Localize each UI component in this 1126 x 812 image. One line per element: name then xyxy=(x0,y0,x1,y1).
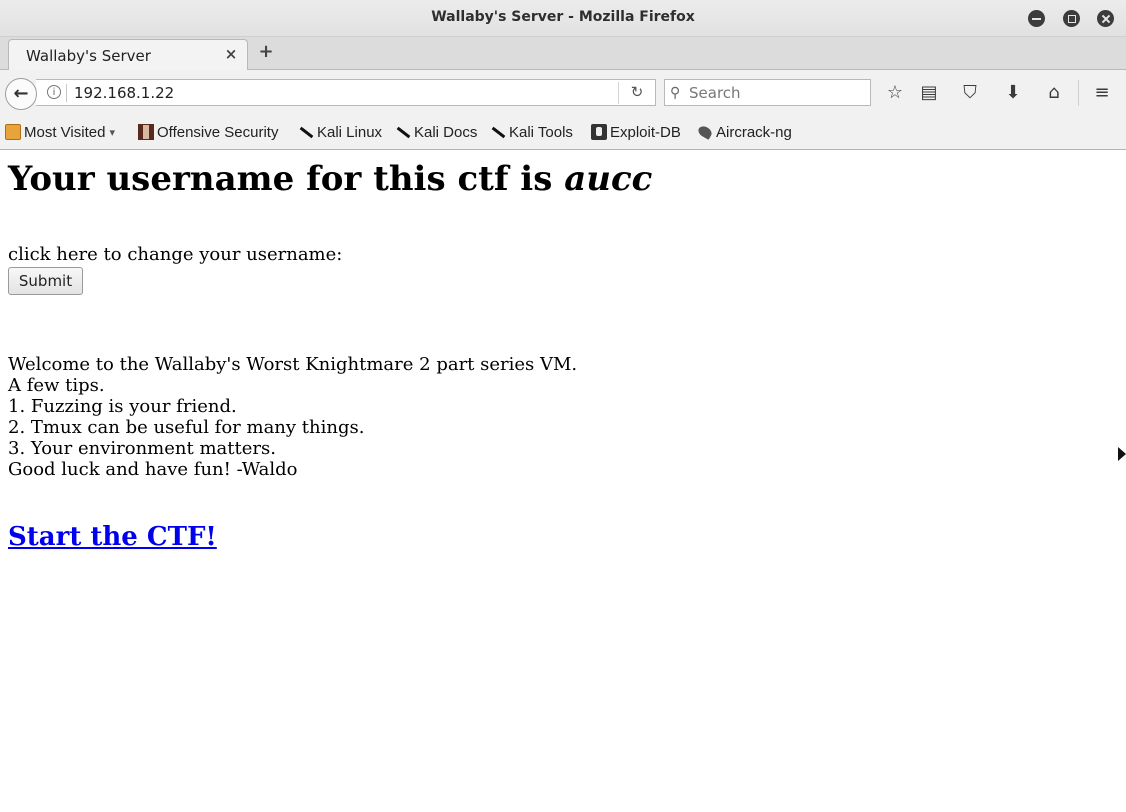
welcome-line: 3. Your environment matters. xyxy=(8,438,276,459)
window-titlebar: Wallaby's Server - Mozilla Firefox xyxy=(0,0,1126,37)
change-username-label: click here to change your username: xyxy=(8,244,343,265)
search-icon: ⚲ xyxy=(670,85,681,101)
exploit-db-icon xyxy=(591,124,607,140)
aircrack-icon xyxy=(697,124,713,140)
heading-text: Your username for this ctf is xyxy=(8,159,565,199)
search-input[interactable] xyxy=(689,80,869,105)
bookmark-label: Kali Tools xyxy=(509,123,573,141)
bookmark-label: Offensive Security xyxy=(157,123,279,141)
username: aucc xyxy=(564,159,653,199)
welcome-message: Welcome to the Wallaby's Worst Knightmar… xyxy=(8,354,577,480)
welcome-line: Welcome to the Wallaby's Worst Knightmar… xyxy=(8,354,578,375)
page-content: Your username for this ctf is aucc click… xyxy=(0,151,1120,812)
welcome-line: 1. Fuzzing is your friend. xyxy=(8,396,237,417)
welcome-line: Good luck and have fun! -Waldo xyxy=(8,459,298,480)
window-title: Wallaby's Server - Mozilla Firefox xyxy=(431,9,695,25)
url-bar[interactable]: i 192.168.1.22 ↻ xyxy=(36,79,656,106)
tab-label: Wallaby's Server xyxy=(26,47,151,65)
bookmark-star-icon[interactable]: ☆ xyxy=(883,81,907,105)
navigation-bar: i 192.168.1.22 ↻ ← ⚲ ☆ ▤ ⛉ ⬇ ⌂ ≡ xyxy=(0,70,1126,112)
page-heading: Your username for this ctf is aucc xyxy=(8,159,652,199)
pocket-icon[interactable]: ⛉ xyxy=(958,81,982,105)
start-ctf-link[interactable]: Start the CTF! xyxy=(8,522,217,552)
kali-dragon-icon xyxy=(490,124,506,140)
welcome-line: 2. Tmux can be useful for many things. xyxy=(8,417,365,438)
bookmarks-bar: Most Visited ▾ Offensive Security Kali L… xyxy=(0,112,1126,150)
menu-icon[interactable]: ≡ xyxy=(1090,81,1114,105)
bookmark-label: Exploit-DB xyxy=(610,123,681,141)
kali-dragon-icon xyxy=(298,124,314,140)
minimize-icon[interactable] xyxy=(1028,10,1045,27)
site-info-icon[interactable]: i xyxy=(47,85,61,99)
back-button[interactable]: ← xyxy=(5,78,37,110)
folder-icon xyxy=(5,124,21,140)
bookmark-aircrack-ng[interactable]: Aircrack-ng xyxy=(697,122,792,142)
toolbar-divider xyxy=(1078,80,1079,106)
mouse-cursor-icon xyxy=(1118,447,1126,461)
bookmark-label: Kali Docs xyxy=(414,123,478,141)
reading-list-icon[interactable]: ▤ xyxy=(917,81,941,105)
home-icon[interactable]: ⌂ xyxy=(1042,81,1066,105)
search-bar[interactable]: ⚲ xyxy=(664,79,871,106)
downloads-icon[interactable]: ⬇ xyxy=(1001,81,1025,105)
submit-button[interactable]: Submit xyxy=(8,267,83,295)
welcome-line: A few tips. xyxy=(8,375,105,396)
bookmark-kali-docs[interactable]: Kali Docs xyxy=(395,122,477,142)
kali-dragon-icon xyxy=(395,124,411,140)
tab-wallabys-server[interactable]: Wallaby's Server × xyxy=(8,39,248,71)
offsec-icon xyxy=(138,124,154,140)
bookmark-kali-tools[interactable]: Kali Tools xyxy=(490,122,573,142)
url-divider xyxy=(66,84,67,102)
bookmark-exploit-db[interactable]: Exploit-DB xyxy=(591,122,681,142)
bookmark-label: Kali Linux xyxy=(317,123,383,141)
bookmark-label: Aircrack-ng xyxy=(716,123,792,141)
tab-strip: Wallaby's Server × xyxy=(0,37,1126,71)
new-tab-icon[interactable]: + xyxy=(256,42,276,62)
bookmark-label: Most Visited xyxy=(24,123,106,141)
bookmark-most-visited[interactable]: Most Visited ▾ xyxy=(5,122,115,142)
bookmark-offensive-security[interactable]: Offensive Security xyxy=(138,122,278,142)
url-text[interactable]: 192.168.1.22 xyxy=(74,84,174,102)
url-divider xyxy=(618,82,619,104)
chevron-down-icon: ▾ xyxy=(109,126,115,139)
tab-close-icon[interactable]: × xyxy=(223,46,239,62)
bookmark-kali-linux[interactable]: Kali Linux xyxy=(298,122,382,142)
reload-icon[interactable]: ↻ xyxy=(628,83,646,101)
close-icon[interactable] xyxy=(1097,10,1114,27)
maximize-icon[interactable] xyxy=(1063,10,1080,27)
